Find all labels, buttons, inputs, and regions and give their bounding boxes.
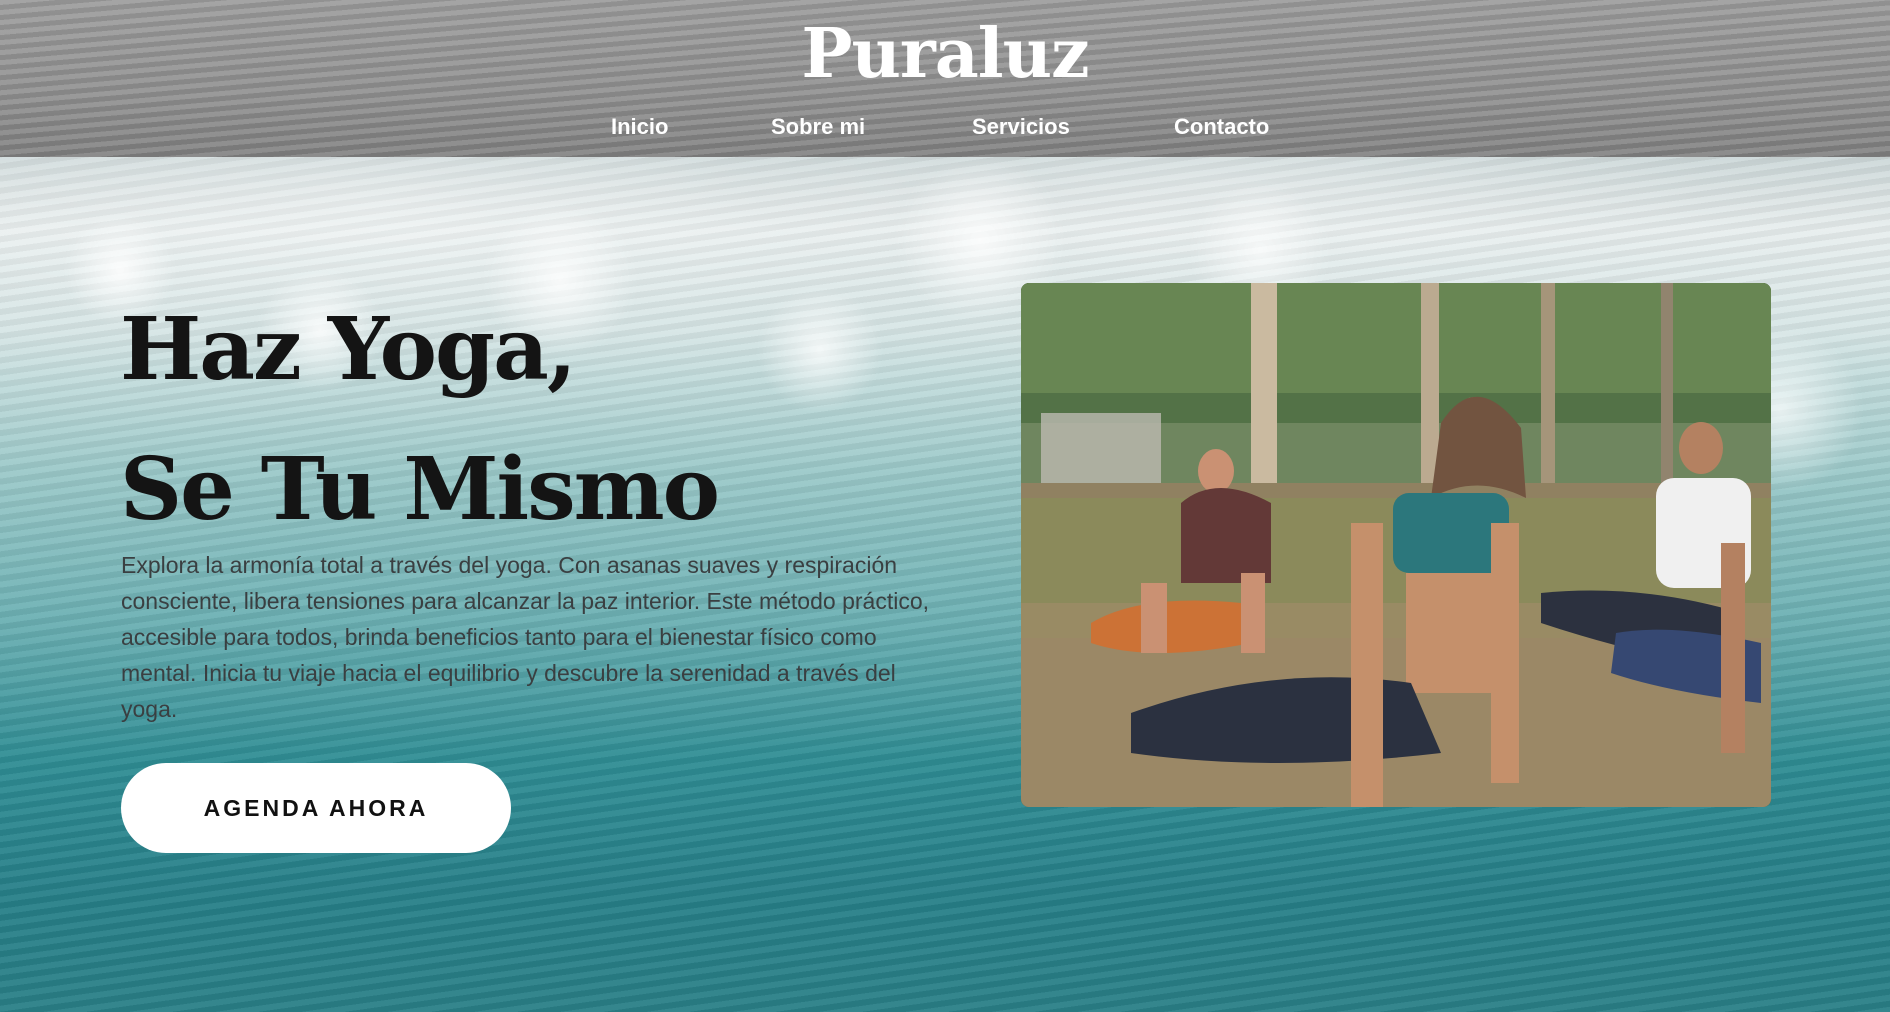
hero-description: Explora la armonía total a través del yo…: [121, 552, 929, 722]
yoga-photo-illustration: [1021, 283, 1771, 807]
brand-logo[interactable]: Puraluz: [0, 14, 1890, 94]
nav-item-contacto[interactable]: Contacto: [1174, 114, 1269, 140]
hero-photo-yoga-group: [1021, 283, 1771, 807]
hero-title-line-1: Haz Yoga,: [120, 299, 577, 400]
hero-title-line-2: Se Tu Mismo: [120, 439, 720, 540]
nav-item-servicios[interactable]: Servicios: [972, 114, 1070, 140]
nav-item-sobre-mi[interactable]: Sobre mi: [771, 114, 865, 140]
site-header: Puraluz Inicio Sobre mi Servicios Contac…: [0, 0, 1890, 157]
main-nav: Inicio Sobre mi Servicios Contacto: [0, 114, 1890, 144]
hero-title: Haz Yoga, Se Tu Mismo: [120, 280, 720, 560]
book-now-button[interactable]: AGENDA AHORA: [121, 763, 511, 853]
nav-item-inicio[interactable]: Inicio: [611, 114, 668, 140]
